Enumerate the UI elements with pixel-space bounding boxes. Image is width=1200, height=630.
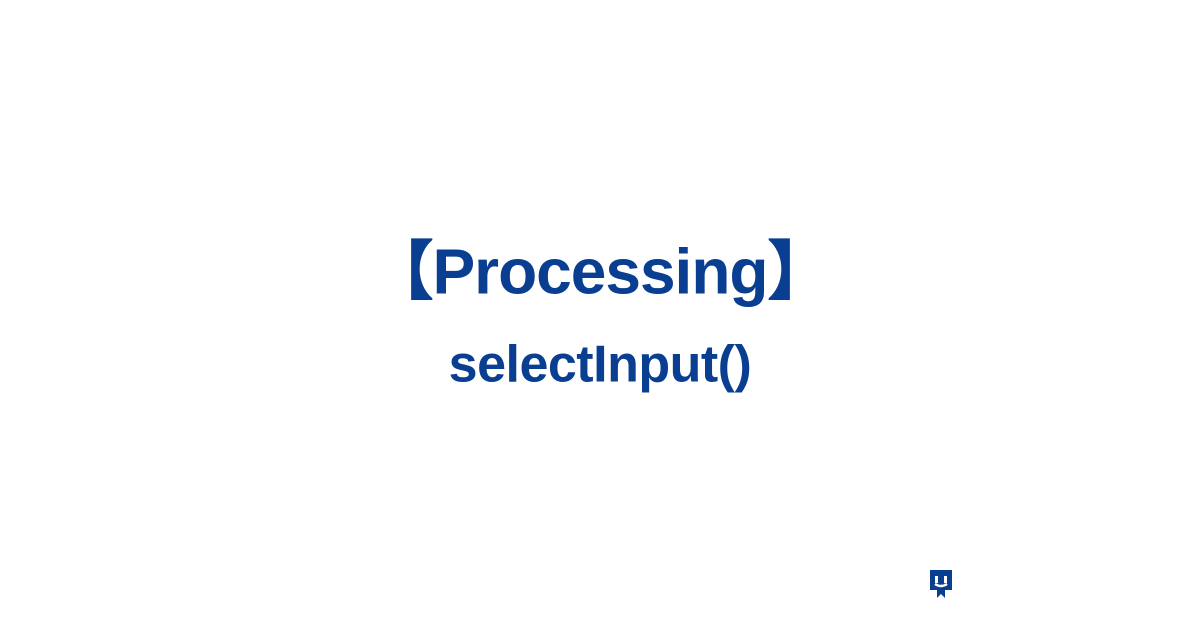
page-title: 【Processing】 — [0, 231, 1200, 314]
page-subtitle: selectInput() — [0, 332, 1200, 400]
main-content: 【Processing】 selectInput() — [0, 231, 1200, 400]
brand-logo-icon — [928, 570, 954, 600]
